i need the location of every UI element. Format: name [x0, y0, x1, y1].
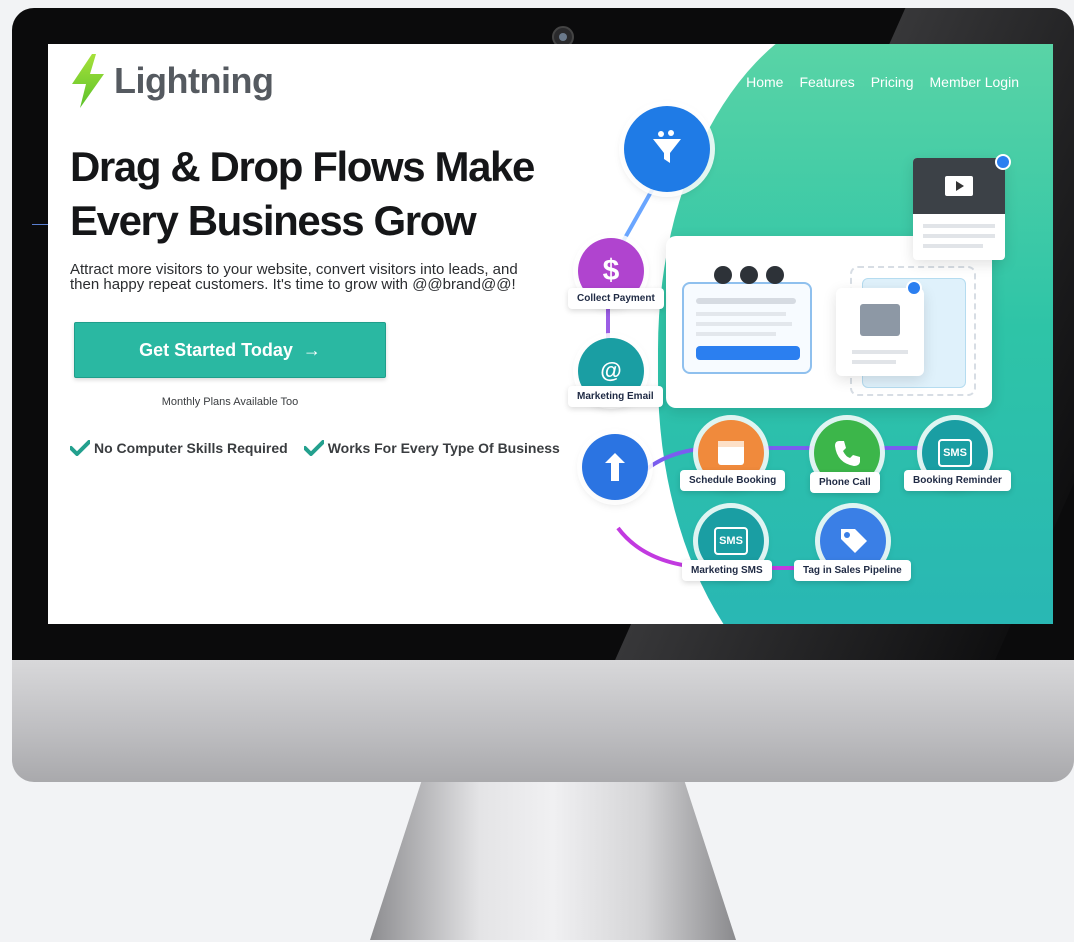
tag-pipeline-label: Tag in Sales Pipeline — [794, 560, 911, 581]
monitor-chin — [12, 660, 1074, 782]
page-preview — [682, 282, 812, 374]
lightning-bolt-icon — [72, 54, 104, 108]
editor-window — [666, 236, 992, 408]
hero-subtitle: Attract more visitors to your website, c… — [70, 261, 518, 293]
email-icon: @ — [600, 358, 622, 383]
brand-logo[interactable]: Lightning — [70, 54, 274, 108]
sms-icon: SMS — [938, 439, 972, 467]
split-node[interactable] — [582, 434, 648, 500]
headline-line-1: Drag & Drop Flows Make — [70, 143, 535, 190]
marketing-email-label: Marketing Email — [568, 386, 663, 407]
monitor-stand — [370, 782, 736, 940]
brand-name: Lightning — [114, 60, 274, 101]
phone-call-label: Phone Call — [810, 472, 880, 493]
toolbar-dots — [714, 266, 784, 284]
play-icon[interactable] — [945, 176, 973, 196]
schedule-booking-label: Schedule Booking — [680, 470, 786, 491]
flow-illustration: $ Collect Payment @ Marketing Email Sche… — [558, 106, 1053, 624]
website-screen: Lightning Home Features Pricing Member L… — [48, 44, 1053, 624]
image-card — [836, 288, 924, 376]
phone-icon — [835, 441, 860, 466]
settings-icon[interactable] — [714, 266, 732, 284]
edit-pencil-icon[interactable] — [995, 154, 1011, 170]
nav-member-login[interactable]: Member Login — [930, 74, 1020, 90]
check-label: No Computer Skills Required — [94, 440, 288, 456]
cta-label: Get Started Today — [139, 339, 293, 360]
checkmark-icon — [303, 440, 324, 456]
hero-headline: Drag & Drop Flows Make Every Business Gr… — [70, 140, 590, 248]
split-arrows-icon — [605, 453, 625, 481]
refresh-icon[interactable] — [740, 266, 758, 284]
nav-pricing[interactable]: Pricing — [871, 74, 914, 90]
funnel-icon — [653, 130, 681, 163]
collect-payment-label: Collect Payment — [568, 288, 664, 309]
close-icon[interactable] — [906, 280, 922, 296]
marketing-sms-label: Marketing SMS — [682, 560, 772, 581]
tag-icon — [841, 529, 867, 553]
funnel-node[interactable] — [624, 106, 710, 192]
nav-home[interactable]: Home — [746, 74, 783, 90]
check-item: Works For Every Type Of Business — [303, 440, 560, 456]
booking-reminder-label: Booking Reminder — [904, 470, 1011, 491]
feature-checks: No Computer Skills Required Works For Ev… — [70, 440, 560, 456]
calendar-icon — [718, 441, 744, 465]
checkmark-icon — [70, 440, 90, 456]
top-nav: Home Features Pricing Member Login — [746, 74, 1019, 90]
get-started-button[interactable]: Get Started Today → — [74, 322, 386, 378]
video-card — [913, 158, 1005, 260]
sms-icon: SMS — [714, 527, 748, 555]
arrow-right-icon: → — [302, 339, 321, 360]
headline-line-2: Every Business Grow — [70, 197, 477, 244]
dollar-icon: $ — [602, 254, 620, 287]
nav-features[interactable]: Features — [799, 74, 854, 90]
monthly-plans-note: Monthly Plans Available Too — [161, 396, 299, 408]
plus-icon[interactable] — [766, 266, 784, 284]
imac-mockup: Lightning Home Features Pricing Member L… — [0, 0, 1074, 942]
check-item: No Computer Skills Required — [70, 440, 288, 456]
image-icon — [860, 304, 900, 336]
check-label: Works For Every Type Of Business — [327, 440, 560, 456]
